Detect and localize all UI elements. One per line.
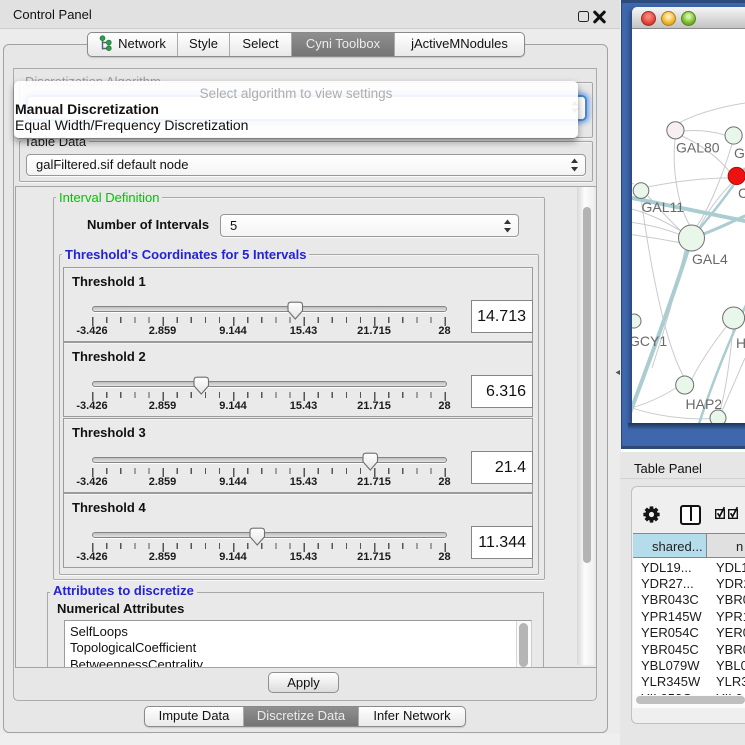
svg-text:GCY1: GCY1 (632, 333, 667, 349)
svg-text:C: C (738, 185, 745, 201)
svg-text:HAP2: HAP2 (686, 396, 723, 412)
svg-text:GAL11: GAL11 (642, 199, 685, 215)
svg-text:GAL80: GAL80 (676, 140, 720, 156)
svg-text:GAL4: GAL4 (692, 251, 728, 267)
svg-text:GA: GA (734, 145, 745, 161)
svg-text:H: H (736, 335, 745, 351)
